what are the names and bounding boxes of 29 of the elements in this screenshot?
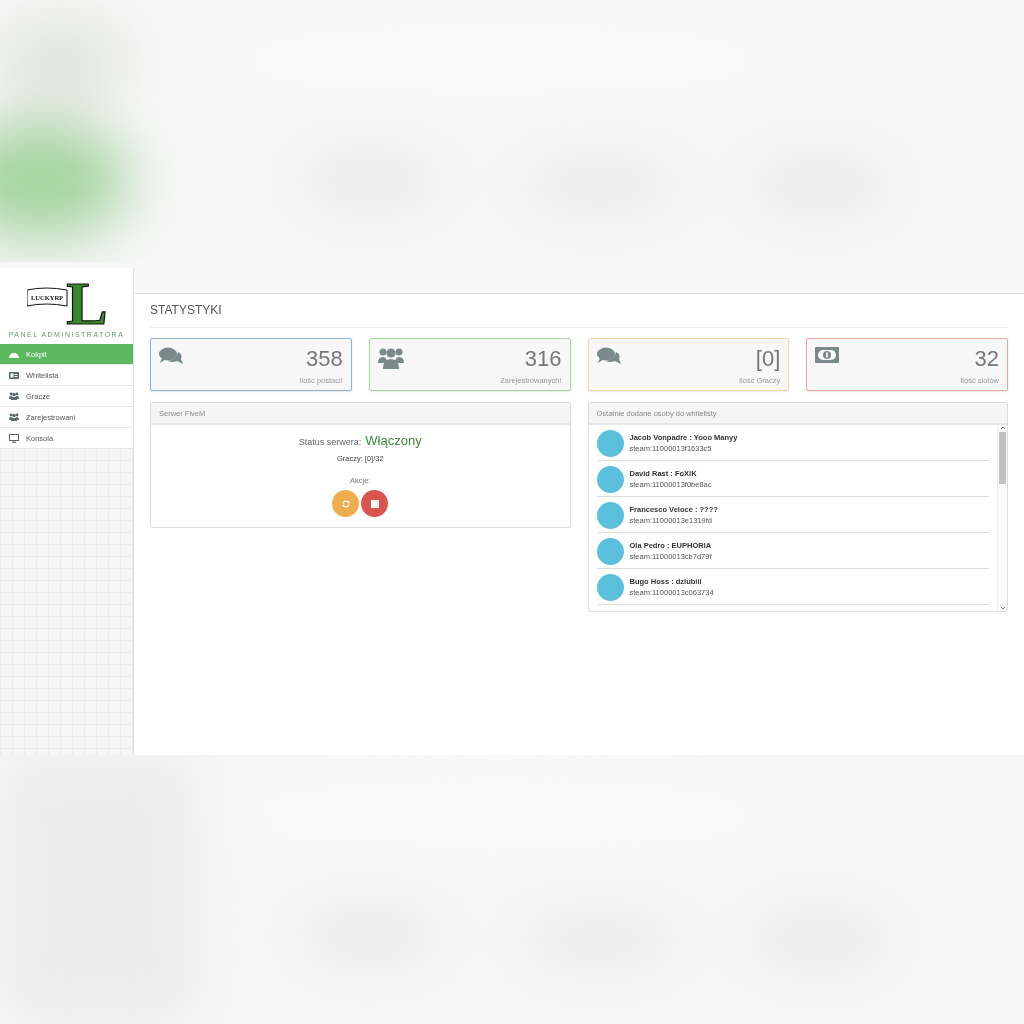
users-icon	[377, 347, 404, 369]
stop-button[interactable]	[361, 490, 389, 517]
avatar	[596, 465, 624, 493]
avatar	[596, 573, 624, 601]
scrollbar[interactable]	[997, 425, 1007, 611]
users-icon	[9, 413, 19, 421]
banknote-icon	[815, 347, 840, 363]
server-status: Włączony	[365, 433, 422, 448]
page-title: STATYSTYKI	[150, 303, 1008, 328]
stat-value: [0]	[755, 347, 781, 371]
stat-value: 358	[306, 347, 343, 371]
avatar	[596, 429, 624, 457]
comments-icon	[159, 347, 183, 367]
stat-value: 316	[524, 347, 562, 371]
restart-button[interactable]	[332, 490, 360, 517]
stat-value: 32	[974, 347, 999, 371]
avatar	[596, 537, 624, 565]
scroll-down-icon[interactable]	[999, 605, 1006, 611]
dashboard-icon	[9, 350, 19, 358]
refresh-icon	[341, 499, 350, 508]
users-icon	[9, 392, 19, 400]
avatar	[596, 501, 624, 529]
monitor-icon	[9, 433, 19, 443]
scroll-thumb[interactable]	[999, 432, 1006, 484]
id-card-icon	[9, 371, 19, 379]
status-label: Status serwera:	[298, 437, 362, 447]
scroll-up-icon[interactable]	[999, 425, 1006, 431]
comments-icon	[596, 347, 621, 367]
stop-icon	[370, 499, 379, 508]
